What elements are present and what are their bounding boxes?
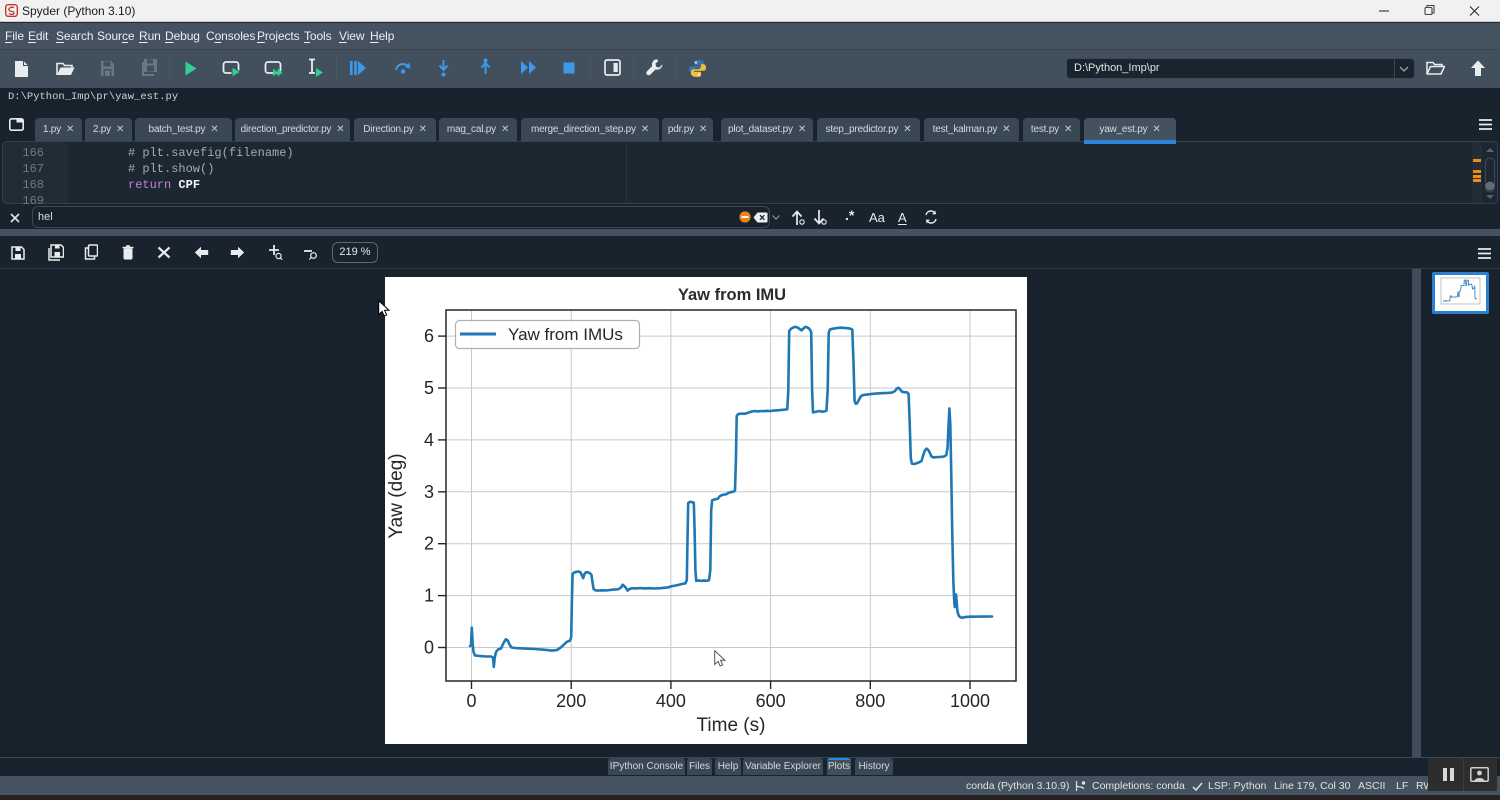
svg-text:Yaw from IMU: Yaw from IMU: [678, 286, 786, 304]
svg-text:1000: 1000: [950, 691, 990, 711]
svg-text:0: 0: [424, 638, 434, 658]
svg-text:5: 5: [424, 378, 434, 398]
svg-text:800: 800: [855, 691, 885, 711]
svg-text:600: 600: [756, 691, 786, 711]
svg-text:3: 3: [424, 482, 434, 502]
svg-text:4: 4: [424, 430, 434, 450]
svg-text:1: 1: [424, 586, 434, 606]
svg-text:2: 2: [424, 534, 434, 554]
svg-text:Time (s): Time (s): [697, 715, 766, 736]
svg-text:Yaw (deg): Yaw (deg): [386, 453, 407, 538]
svg-text:Yaw from IMUs: Yaw from IMUs: [508, 325, 623, 344]
svg-text:200: 200: [556, 691, 586, 711]
svg-text:6: 6: [424, 326, 434, 346]
svg-text:0: 0: [466, 691, 476, 711]
svg-text:400: 400: [656, 691, 686, 711]
